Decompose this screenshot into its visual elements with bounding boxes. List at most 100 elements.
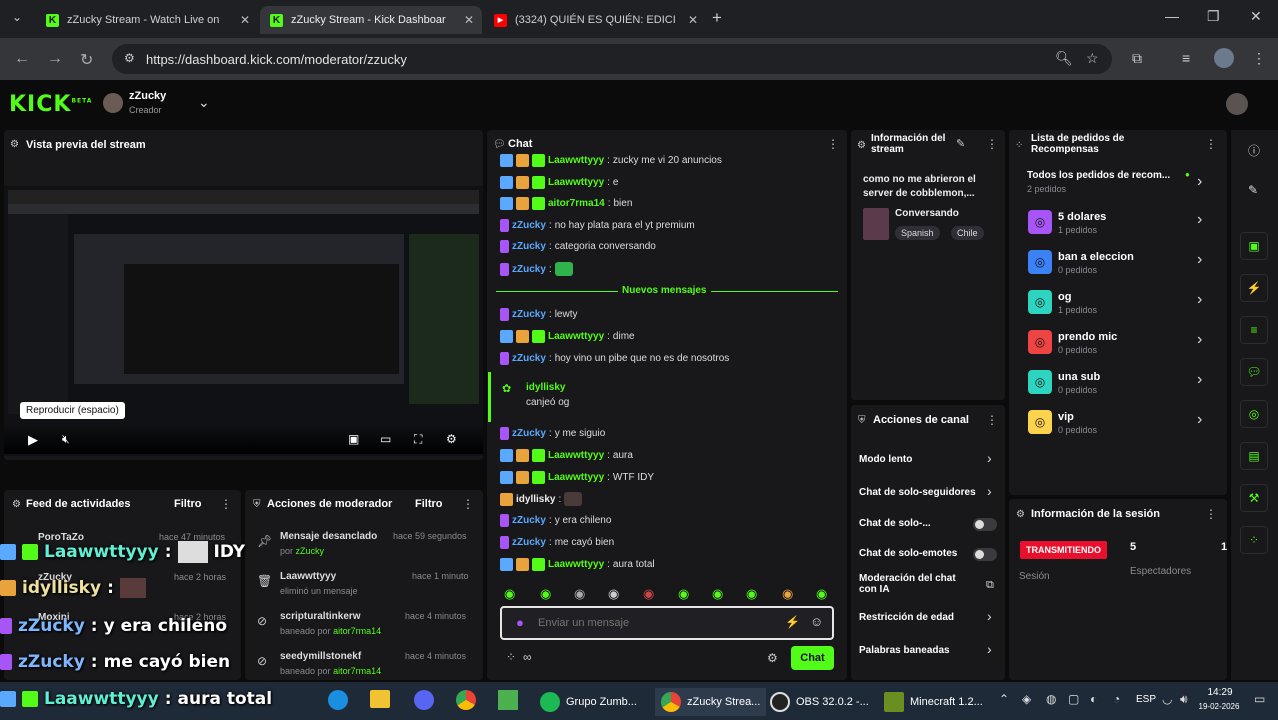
chat-username[interactable]: zZucky	[512, 428, 546, 439]
close-icon[interactable]: ✕	[464, 13, 474, 27]
discord-icon[interactable]	[414, 690, 434, 710]
browser-tab-active[interactable]: K zZucky Stream - Kick Dashboar ✕	[260, 6, 482, 34]
url-field[interactable]: ⚙ https://dashboard.kick.com/moderator/z…	[112, 44, 1112, 74]
more-options-icon[interactable]: ⋮	[1205, 137, 1217, 151]
kick-logo[interactable]: KICKBETA	[9, 92, 92, 117]
browser-menu-icon[interactable]: ⋮	[1252, 50, 1266, 67]
chevron-right-icon[interactable]: ›	[1197, 331, 1202, 349]
chat-username[interactable]: zZucky	[512, 309, 546, 320]
chat-username[interactable]: zZucky	[512, 353, 546, 364]
chat-username[interactable]: Laawwttyyy	[548, 177, 604, 188]
emote-icon[interactable]: ◉	[816, 586, 827, 602]
reward-title[interactable]: ban a eleccion	[1058, 251, 1134, 263]
more-options-icon[interactable]: ⋮	[1205, 507, 1217, 521]
taskbar-app[interactable]: Minecraft 1.2...	[884, 688, 983, 716]
chevron-right-icon[interactable]: ›	[1197, 211, 1202, 229]
sidebar-rewards-button[interactable]: ⁘	[1240, 526, 1268, 554]
emote-icon[interactable]: ◉	[746, 586, 757, 602]
extensions-icon[interactable]: ⧉	[1132, 50, 1142, 67]
close-icon[interactable]: ✕	[240, 13, 250, 27]
tab-search-icon[interactable]: ⌄	[12, 10, 22, 24]
tray-app-icon[interactable]: ◍	[1046, 692, 1056, 706]
reward-title[interactable]: prendo mic	[1058, 331, 1117, 343]
chevron-down-icon[interactable]: ⌄	[198, 94, 210, 111]
browser-tab[interactable]: K zZucky Stream - Watch Live on ✕	[36, 6, 258, 34]
emotes-only-toggle[interactable]	[973, 548, 997, 561]
edit-pencil-icon[interactable]: ✎	[956, 137, 965, 150]
reward-title[interactable]: og	[1058, 291, 1071, 303]
chat-username[interactable]: zZucky	[512, 241, 546, 252]
followers-only-item[interactable]: Chat de solo-seguidores	[859, 487, 976, 498]
profile-avatar[interactable]	[1214, 48, 1234, 68]
info-circle-icon[interactable]: ⓘ	[1248, 142, 1260, 159]
fullscreen-icon[interactable]: ⛶	[414, 432, 422, 447]
emote-icon[interactable]: ◉	[678, 586, 689, 602]
emote-icon[interactable]: ◉	[608, 586, 619, 602]
more-options-icon[interactable]: ⋮	[986, 413, 998, 427]
chat-username[interactable]: zZucky	[512, 537, 546, 548]
taskbar-app-active[interactable]: zZucky Strea...	[655, 688, 767, 716]
wifi-icon[interactable]: ◡	[1162, 692, 1172, 706]
tag-chip[interactable]: Spanish	[895, 226, 940, 240]
chevron-right-icon[interactable]: ›	[987, 483, 992, 499]
clip-icon[interactable]: ▣	[348, 432, 359, 446]
sidebar-clip-button[interactable]: ▣	[1240, 232, 1268, 260]
forward-icon[interactable]: →	[47, 50, 63, 68]
mod-action-user[interactable]: aitor7rma14	[333, 666, 381, 676]
chat-username[interactable]: Laawwttyyy	[548, 472, 604, 483]
filter-button[interactable]: Filtro	[174, 498, 202, 510]
maximize-icon[interactable]: ❐	[1207, 8, 1220, 25]
sidebar-broadcast-button[interactable]: ◎	[1240, 400, 1268, 428]
chevron-right-icon[interactable]: ›	[1197, 291, 1202, 309]
reward-title[interactable]: 5 dolares	[1058, 211, 1106, 223]
reward-title[interactable]: vip	[1058, 411, 1074, 423]
chat-username[interactable]: zZucky	[512, 220, 546, 231]
tray-app-icon[interactable]: ◐	[1090, 692, 1097, 706]
file-explorer-icon[interactable]	[370, 690, 390, 708]
subs-only-toggle[interactable]	[973, 518, 997, 531]
tray-app-icon[interactable]: ◔	[1113, 692, 1120, 706]
back-icon[interactable]: ←	[14, 50, 30, 68]
tag-chip[interactable]: Chile	[951, 226, 984, 240]
emote-icon[interactable]: ◉	[504, 586, 515, 602]
volume-icon[interactable]: 🔊︎	[1180, 692, 1188, 707]
emote-icon[interactable]: ◉	[782, 586, 793, 602]
edge-icon[interactable]	[328, 690, 348, 710]
sidebar-store-button[interactable]: ▤	[1240, 442, 1268, 470]
more-options-icon[interactable]: ⋮	[462, 497, 474, 511]
filter-button[interactable]: Filtro	[415, 498, 443, 510]
edit-pencil-icon[interactable]: ✎	[1248, 183, 1258, 197]
sidebar-chat-button[interactable]: 💬︎	[1240, 358, 1268, 386]
chat-username[interactable]: Laawwttyyy	[548, 155, 604, 166]
video-player[interactable]: ▶ 🔇︎ ▣ ▭ ⛶ ⚙ Reproducir (espacio)	[4, 186, 483, 456]
bookmark-star-icon[interactable]: ☆	[1086, 50, 1099, 67]
slow-mode-item[interactable]: Modo lento	[859, 454, 912, 465]
external-link-icon[interactable]: ⧉	[986, 579, 994, 592]
more-options-icon[interactable]: ⋮	[220, 497, 232, 511]
pinned-user[interactable]: idyllisky	[526, 382, 565, 393]
emote-icon[interactable]: ◉	[574, 586, 585, 602]
chat-input-box[interactable]: ● ⚡ ☺	[500, 606, 834, 640]
send-chat-button[interactable]: Chat	[791, 646, 834, 670]
sidebar-tools-button[interactable]: ⚒	[1240, 484, 1268, 512]
tray-app-icon[interactable]: ◈	[1022, 692, 1031, 706]
chat-tools-icon[interactable]: ⁘	[506, 650, 516, 664]
chat-username[interactable]: Laawwttyyy	[548, 450, 604, 461]
mute-icon[interactable]: 🔇︎	[62, 432, 70, 447]
chat-username[interactable]: aitor7rma14	[548, 198, 605, 209]
all-rewards-title[interactable]: Todos los pedidos de recom...	[1027, 170, 1170, 181]
theater-icon[interactable]: ▭	[380, 432, 391, 446]
emoji-icon[interactable]: ☺	[810, 614, 823, 629]
media-icon[interactable]: ≡	[1182, 50, 1190, 66]
reload-icon[interactable]: ↻	[80, 50, 93, 70]
chevron-right-icon[interactable]: ›	[1197, 411, 1202, 429]
clock-date[interactable]: 19-02-2026	[1190, 702, 1248, 711]
chat-username[interactable]: idyllisky	[516, 494, 555, 505]
mod-action-user[interactable]: aitor7rma14	[333, 626, 381, 636]
browser-tab[interactable]: ▶ (3324) QUIÉN ES QUIÉN: EDICI ✕	[484, 6, 706, 34]
user-avatar[interactable]	[1226, 93, 1248, 115]
more-options-icon[interactable]: ⋮	[986, 137, 998, 151]
settings-gear-icon[interactable]: ⚙	[446, 432, 457, 446]
emote-icon[interactable]: ◉	[643, 586, 654, 602]
chat-username[interactable]: Laawwttyyy	[548, 331, 604, 342]
